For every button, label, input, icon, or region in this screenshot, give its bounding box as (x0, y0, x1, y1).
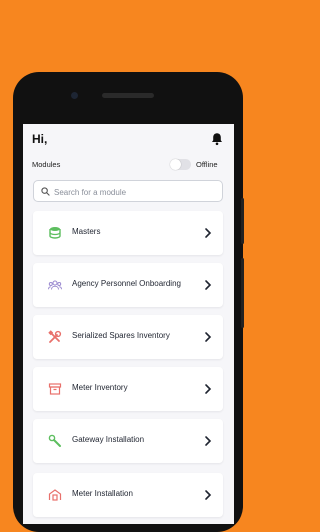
chevron-right-icon (205, 436, 212, 446)
module-card-gateway-installation[interactable]: Gateway Installation (33, 419, 223, 463)
module-card-agency-personnel-onboarding[interactable]: Agency Personnel Onboarding (33, 263, 223, 307)
power-button (241, 198, 244, 244)
module-card-serialized-spares-inventory[interactable]: Serialized Spares Inventory (33, 315, 223, 359)
chevron-right-icon (205, 280, 212, 290)
chevron-right-icon (205, 228, 212, 238)
module-label: Agency Personnel Onboarding (72, 279, 181, 288)
toggle-knob (170, 159, 181, 170)
people-icon (48, 280, 62, 290)
installation-icon (48, 489, 62, 501)
app-screen: Hi, Modules Offline Masters (23, 124, 234, 524)
search-box[interactable] (33, 180, 223, 202)
chevron-right-icon (205, 384, 212, 394)
wrench-icon (48, 434, 61, 447)
database-icon (49, 227, 61, 239)
search-icon (41, 187, 50, 196)
module-label: Meter Inventory (72, 383, 128, 392)
tools-icon (48, 330, 62, 343)
module-label: Masters (72, 227, 101, 236)
earpiece-speaker (102, 93, 154, 98)
module-card-meter-installation[interactable]: Meter Installation (33, 473, 223, 517)
module-card-masters[interactable]: Masters (33, 211, 223, 255)
module-label: Gateway Installation (72, 435, 145, 444)
bell-icon[interactable] (210, 132, 224, 146)
volume-button (241, 258, 244, 328)
front-camera (71, 92, 78, 99)
module-card-meter-inventory[interactable]: Meter Inventory (33, 367, 223, 411)
modules-label: Modules (32, 160, 61, 169)
chevron-right-icon (205, 332, 212, 342)
offline-toggle[interactable] (170, 159, 191, 170)
module-label: Meter Installation (72, 489, 133, 498)
archive-box-icon (48, 383, 62, 395)
module-label: Serialized Spares Inventory (72, 331, 170, 340)
offline-label: Offline (196, 160, 218, 169)
greeting-title: Hi, (32, 132, 48, 146)
search-input[interactable] (52, 183, 221, 201)
chevron-right-icon (205, 490, 212, 500)
